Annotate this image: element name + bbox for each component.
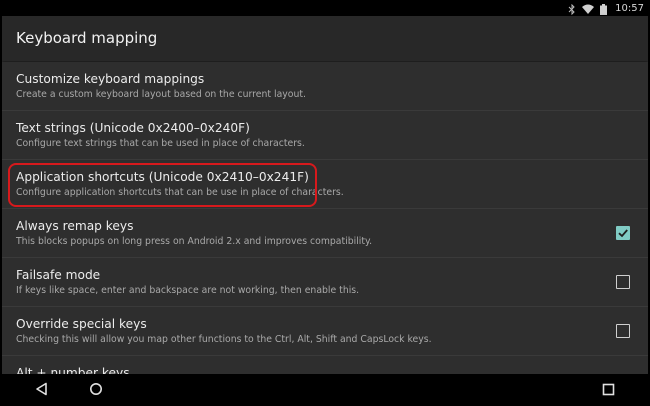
setting-summary: Create a custom keyboard layout based on… bbox=[16, 89, 306, 100]
wifi-icon bbox=[582, 4, 595, 14]
setting-title: Always remap keys bbox=[16, 219, 134, 233]
setting-application-shortcuts[interactable]: Application shortcuts (Unicode 0x2410–0x… bbox=[2, 160, 648, 209]
setting-text-strings[interactable]: Text strings (Unicode 0x2400–0x240F) Con… bbox=[2, 111, 648, 160]
setting-always-remap-keys[interactable]: Always remap keys This blocks popups on … bbox=[2, 209, 648, 258]
setting-title: Override special keys bbox=[16, 317, 147, 331]
setting-title: Application shortcuts (Unicode 0x2410–0x… bbox=[16, 170, 309, 184]
home-icon bbox=[90, 383, 102, 395]
setting-summary: Configure application shortcuts that can… bbox=[16, 187, 344, 198]
override-special-keys-checkbox[interactable] bbox=[616, 324, 630, 338]
battery-icon bbox=[600, 3, 608, 15]
setting-override-special-keys[interactable]: Override special keys Checking this will… bbox=[2, 307, 648, 356]
navigation-bar bbox=[2, 374, 648, 404]
setting-summary: This blocks popups on long press on Andr… bbox=[16, 236, 373, 247]
setting-title: Customize keyboard mappings bbox=[16, 72, 205, 86]
setting-failsafe-mode[interactable]: Failsafe mode If keys like space, enter … bbox=[2, 258, 648, 307]
checkmark-icon bbox=[618, 229, 628, 238]
back-button[interactable] bbox=[22, 374, 62, 404]
status-time: 10:57 bbox=[615, 3, 644, 14]
app-bar: Keyboard mapping bbox=[2, 16, 648, 61]
setting-title: Text strings (Unicode 0x2400–0x240F) bbox=[16, 121, 250, 135]
setting-title: Alt + number keys bbox=[16, 366, 130, 374]
bluetooth-icon bbox=[568, 3, 576, 15]
home-button[interactable] bbox=[76, 374, 116, 404]
screen: 10:57 Keyboard mapping Customize keyboar… bbox=[2, 2, 648, 404]
status-bar: 10:57 bbox=[2, 2, 648, 16]
settings-list[interactable]: Customize keyboard mappings Create a cus… bbox=[2, 62, 648, 374]
recents-icon bbox=[602, 383, 614, 395]
setting-summary: Checking this will allow you map other f… bbox=[16, 334, 432, 345]
setting-alt-number-keys[interactable]: Alt + number keys bbox=[2, 356, 648, 374]
page-title: Keyboard mapping bbox=[16, 29, 158, 47]
setting-customize-keyboard-mappings[interactable]: Customize keyboard mappings Create a cus… bbox=[2, 62, 648, 111]
setting-title: Failsafe mode bbox=[16, 268, 101, 282]
back-icon bbox=[36, 382, 47, 396]
failsafe-mode-checkbox[interactable] bbox=[616, 275, 630, 289]
setting-summary: Configure text strings that can be used … bbox=[16, 138, 305, 149]
setting-summary: If keys like space, enter and backspace … bbox=[16, 285, 360, 296]
recents-button[interactable] bbox=[588, 374, 628, 404]
always-remap-keys-checkbox[interactable] bbox=[616, 226, 630, 240]
